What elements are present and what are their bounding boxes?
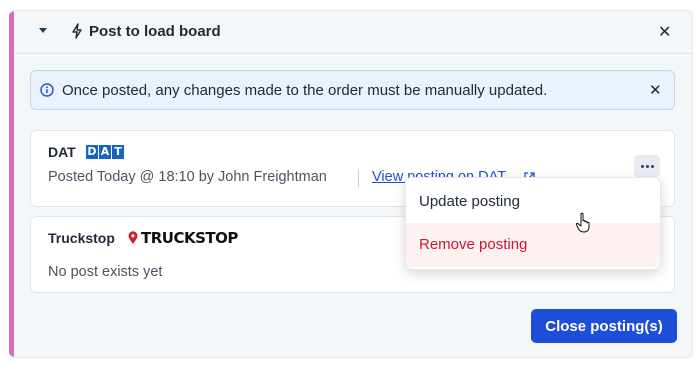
close-postings-button[interactable]: Close posting(s) (531, 309, 677, 343)
close-icon[interactable]: ✕ (658, 22, 671, 42)
panel-header: Post to load board ✕ (14, 11, 692, 54)
info-icon (40, 83, 54, 97)
info-alert: Once posted, any changes made to the ord… (30, 70, 675, 110)
dat-logo: DAT (86, 145, 124, 159)
board-name: Truckstop (48, 230, 115, 246)
update-posting-item[interactable]: Update posting (406, 180, 660, 224)
no-post-status: No post exists yet (48, 264, 163, 280)
posting-actions-menu: Update posting Remove posting (405, 177, 661, 270)
accent-bar (9, 11, 14, 357)
more-horizontal-icon[interactable] (634, 155, 660, 177)
truckstop-logo: TRUCKSTOP (128, 229, 238, 247)
caret-down-icon[interactable] (39, 28, 47, 33)
alert-message: Once posted, any changes made to the ord… (62, 82, 548, 99)
board-name: DAT (48, 144, 76, 160)
lightning-bolt-icon (72, 23, 82, 39)
divider (358, 169, 359, 187)
posted-status: Posted Today @ 18:10 by John Freightman (48, 169, 327, 185)
panel-title: Post to load board (89, 23, 221, 40)
remove-posting-item[interactable]: Remove posting (406, 223, 660, 267)
hand-cursor-icon (575, 212, 590, 233)
alert-close-icon[interactable]: ✕ (649, 81, 662, 99)
map-pin-icon (128, 231, 138, 244)
